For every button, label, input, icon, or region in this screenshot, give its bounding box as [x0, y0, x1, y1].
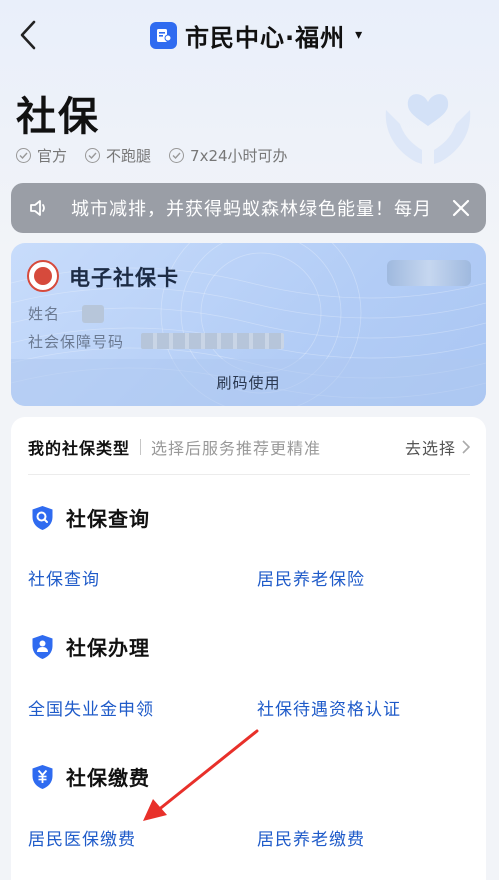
check-circle-icon	[16, 148, 31, 163]
select-type-label: 去选择	[404, 439, 456, 458]
service-tags: 官方 不跑腿 7x24小时可办	[16, 145, 288, 166]
hands-heart-icon	[385, 94, 471, 164]
link-resident-medical-payment[interactable]: 居民医保缴费	[28, 825, 136, 850]
city-selector-label: 市民中心·福州	[185, 23, 346, 52]
insurance-type-hint: 选择后服务推荐更精准	[151, 439, 322, 458]
check-circle-icon	[85, 148, 101, 163]
top-nav-bar: 市民中心·福州 ▾	[0, 0, 499, 70]
page-title: 社保	[16, 94, 100, 140]
search-shield-icon	[32, 505, 53, 530]
close-icon[interactable]	[447, 194, 475, 222]
section-header-handle: 社保办理	[31, 632, 150, 661]
section-title: 社保查询	[66, 507, 150, 531]
divider	[28, 474, 470, 475]
masked-name	[82, 305, 104, 323]
tag-label: 7x24小时可办	[190, 147, 288, 165]
select-type-button[interactable]: 去选择	[405, 435, 470, 459]
social-security-emblem-icon	[27, 260, 59, 292]
section-title: 社保办理	[66, 636, 150, 660]
annotation-arrow	[143, 729, 259, 821]
tag-official: 官方	[16, 145, 67, 166]
card-name-label: 姓名	[28, 305, 61, 323]
link-unemployment-claim[interactable]: 全国失业金申领	[28, 695, 154, 720]
citizen-center-logo-icon	[150, 21, 177, 49]
city-selector[interactable]: 市民中心·福州 ▾	[150, 17, 362, 53]
speaker-icon	[30, 200, 45, 216]
link-resident-pension[interactable]: 居民养老保险	[257, 565, 365, 590]
chevron-right-icon	[462, 440, 470, 454]
link-benefit-qualification[interactable]: 社保待遇资格认证	[257, 695, 401, 720]
divider	[140, 439, 142, 455]
yuan-shield-icon	[32, 764, 53, 789]
link-resident-pension-payment[interactable]: 居民养老缴费	[257, 825, 365, 850]
back-button[interactable]	[14, 18, 42, 52]
insurance-type-label: 我的社保类型	[28, 439, 131, 458]
card-title: 电子社保卡	[69, 266, 179, 290]
notice-text: 城市减排，并获得蚂蚁森林绿色能量！每月	[71, 199, 432, 220]
tag-label: 不跑腿	[106, 147, 152, 165]
check-circle-icon	[169, 148, 185, 163]
masked-id-number	[141, 333, 284, 349]
user-shield-icon	[32, 634, 53, 659]
chevron-left-icon	[20, 20, 36, 50]
card-id-label: 社会保障号码	[28, 333, 125, 351]
tag-24x7: 7x24小时可办	[169, 145, 288, 166]
section-header-payment: 社保缴费	[31, 762, 150, 791]
notice-bar[interactable]: 城市减排，并获得蚂蚁森林绿色能量！每月	[11, 183, 486, 233]
masked-info	[387, 260, 471, 286]
section-header-query: 社保查询	[31, 503, 150, 532]
insurance-type-row: 我的社保类型 选择后服务推荐更精准 去选择	[28, 435, 470, 459]
scan-code-button[interactable]: 刷码使用	[11, 359, 486, 406]
tag-no-visit: 不跑腿	[85, 145, 151, 166]
link-ss-query[interactable]: 社保查询	[28, 565, 100, 590]
tag-label: 官方	[37, 147, 68, 165]
social-security-card[interactable]: 电子社保卡 姓名 社会保障号码 刷码使用	[11, 243, 486, 406]
caret-down-icon: ▾	[355, 27, 363, 43]
